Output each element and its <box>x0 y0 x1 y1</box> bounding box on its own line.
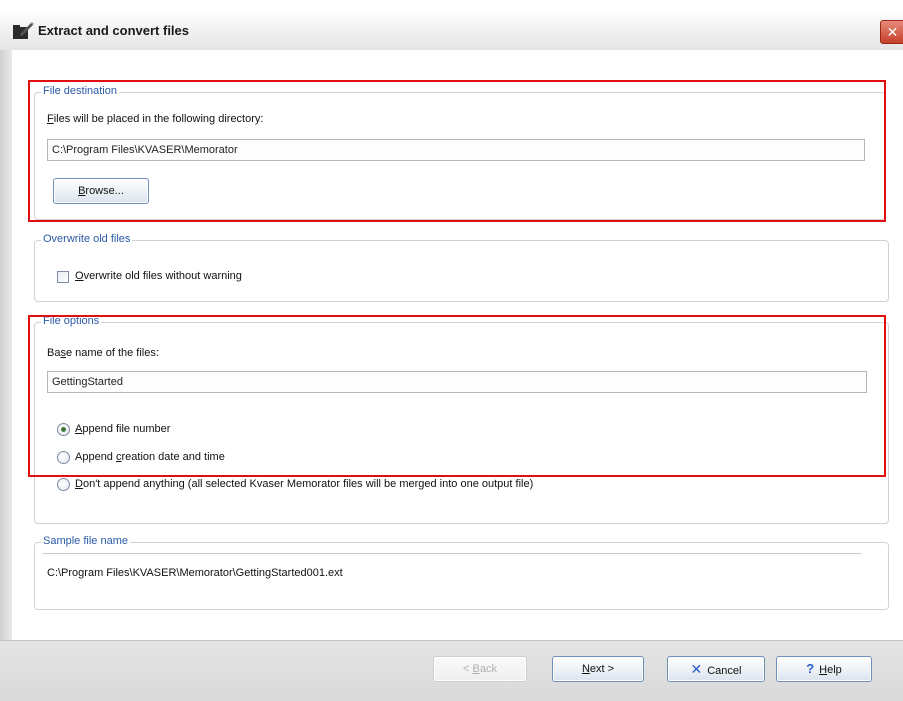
dont-append-label: Don't append anything (all selected Kvas… <box>75 478 534 490</box>
title-bar: Extract and convert files ✕ <box>0 12 903 51</box>
overwrite-group: Overwrite old files Overwrite old files … <box>34 233 889 302</box>
sample-divider <box>43 553 861 554</box>
next-button[interactable]: Next > <box>552 656 644 682</box>
help-question-icon: ? <box>806 661 815 676</box>
overwrite-checkbox[interactable] <box>57 271 69 283</box>
window-title: Extract and convert files <box>38 23 189 38</box>
dont-append-radio[interactable] <box>57 478 70 491</box>
highlight-file-options <box>28 315 886 477</box>
overwrite-checkbox-label: Overwrite old files without warning <box>75 270 242 282</box>
sample-file-name-value: C:\Program Files\KVASER\Memorator\Gettin… <box>47 567 343 579</box>
folder-pencil-icon <box>13 22 34 39</box>
dialog-content: File destination Files will be placed in… <box>12 50 903 640</box>
highlight-file-destination <box>28 80 886 222</box>
sample-file-name-group: Sample file name C:\Program Files\KVASER… <box>34 535 889 610</box>
wizard-button-bar: < Back Next > ✕ Cancel ? Help <box>0 640 903 701</box>
close-icon: ✕ <box>886 24 899 40</box>
cancel-button[interactable]: ✕ Cancel <box>667 656 765 682</box>
overwrite-legend: Overwrite old files <box>41 233 133 245</box>
extract-convert-dialog: Extract and convert files ✕ File destina… <box>0 0 903 701</box>
cancel-x-icon: ✕ <box>690 661 703 677</box>
sample-file-name-legend: Sample file name <box>41 535 130 547</box>
back-button[interactable]: < Back <box>433 656 527 682</box>
help-button[interactable]: ? Help <box>776 656 872 682</box>
close-button[interactable]: ✕ <box>880 20 903 44</box>
